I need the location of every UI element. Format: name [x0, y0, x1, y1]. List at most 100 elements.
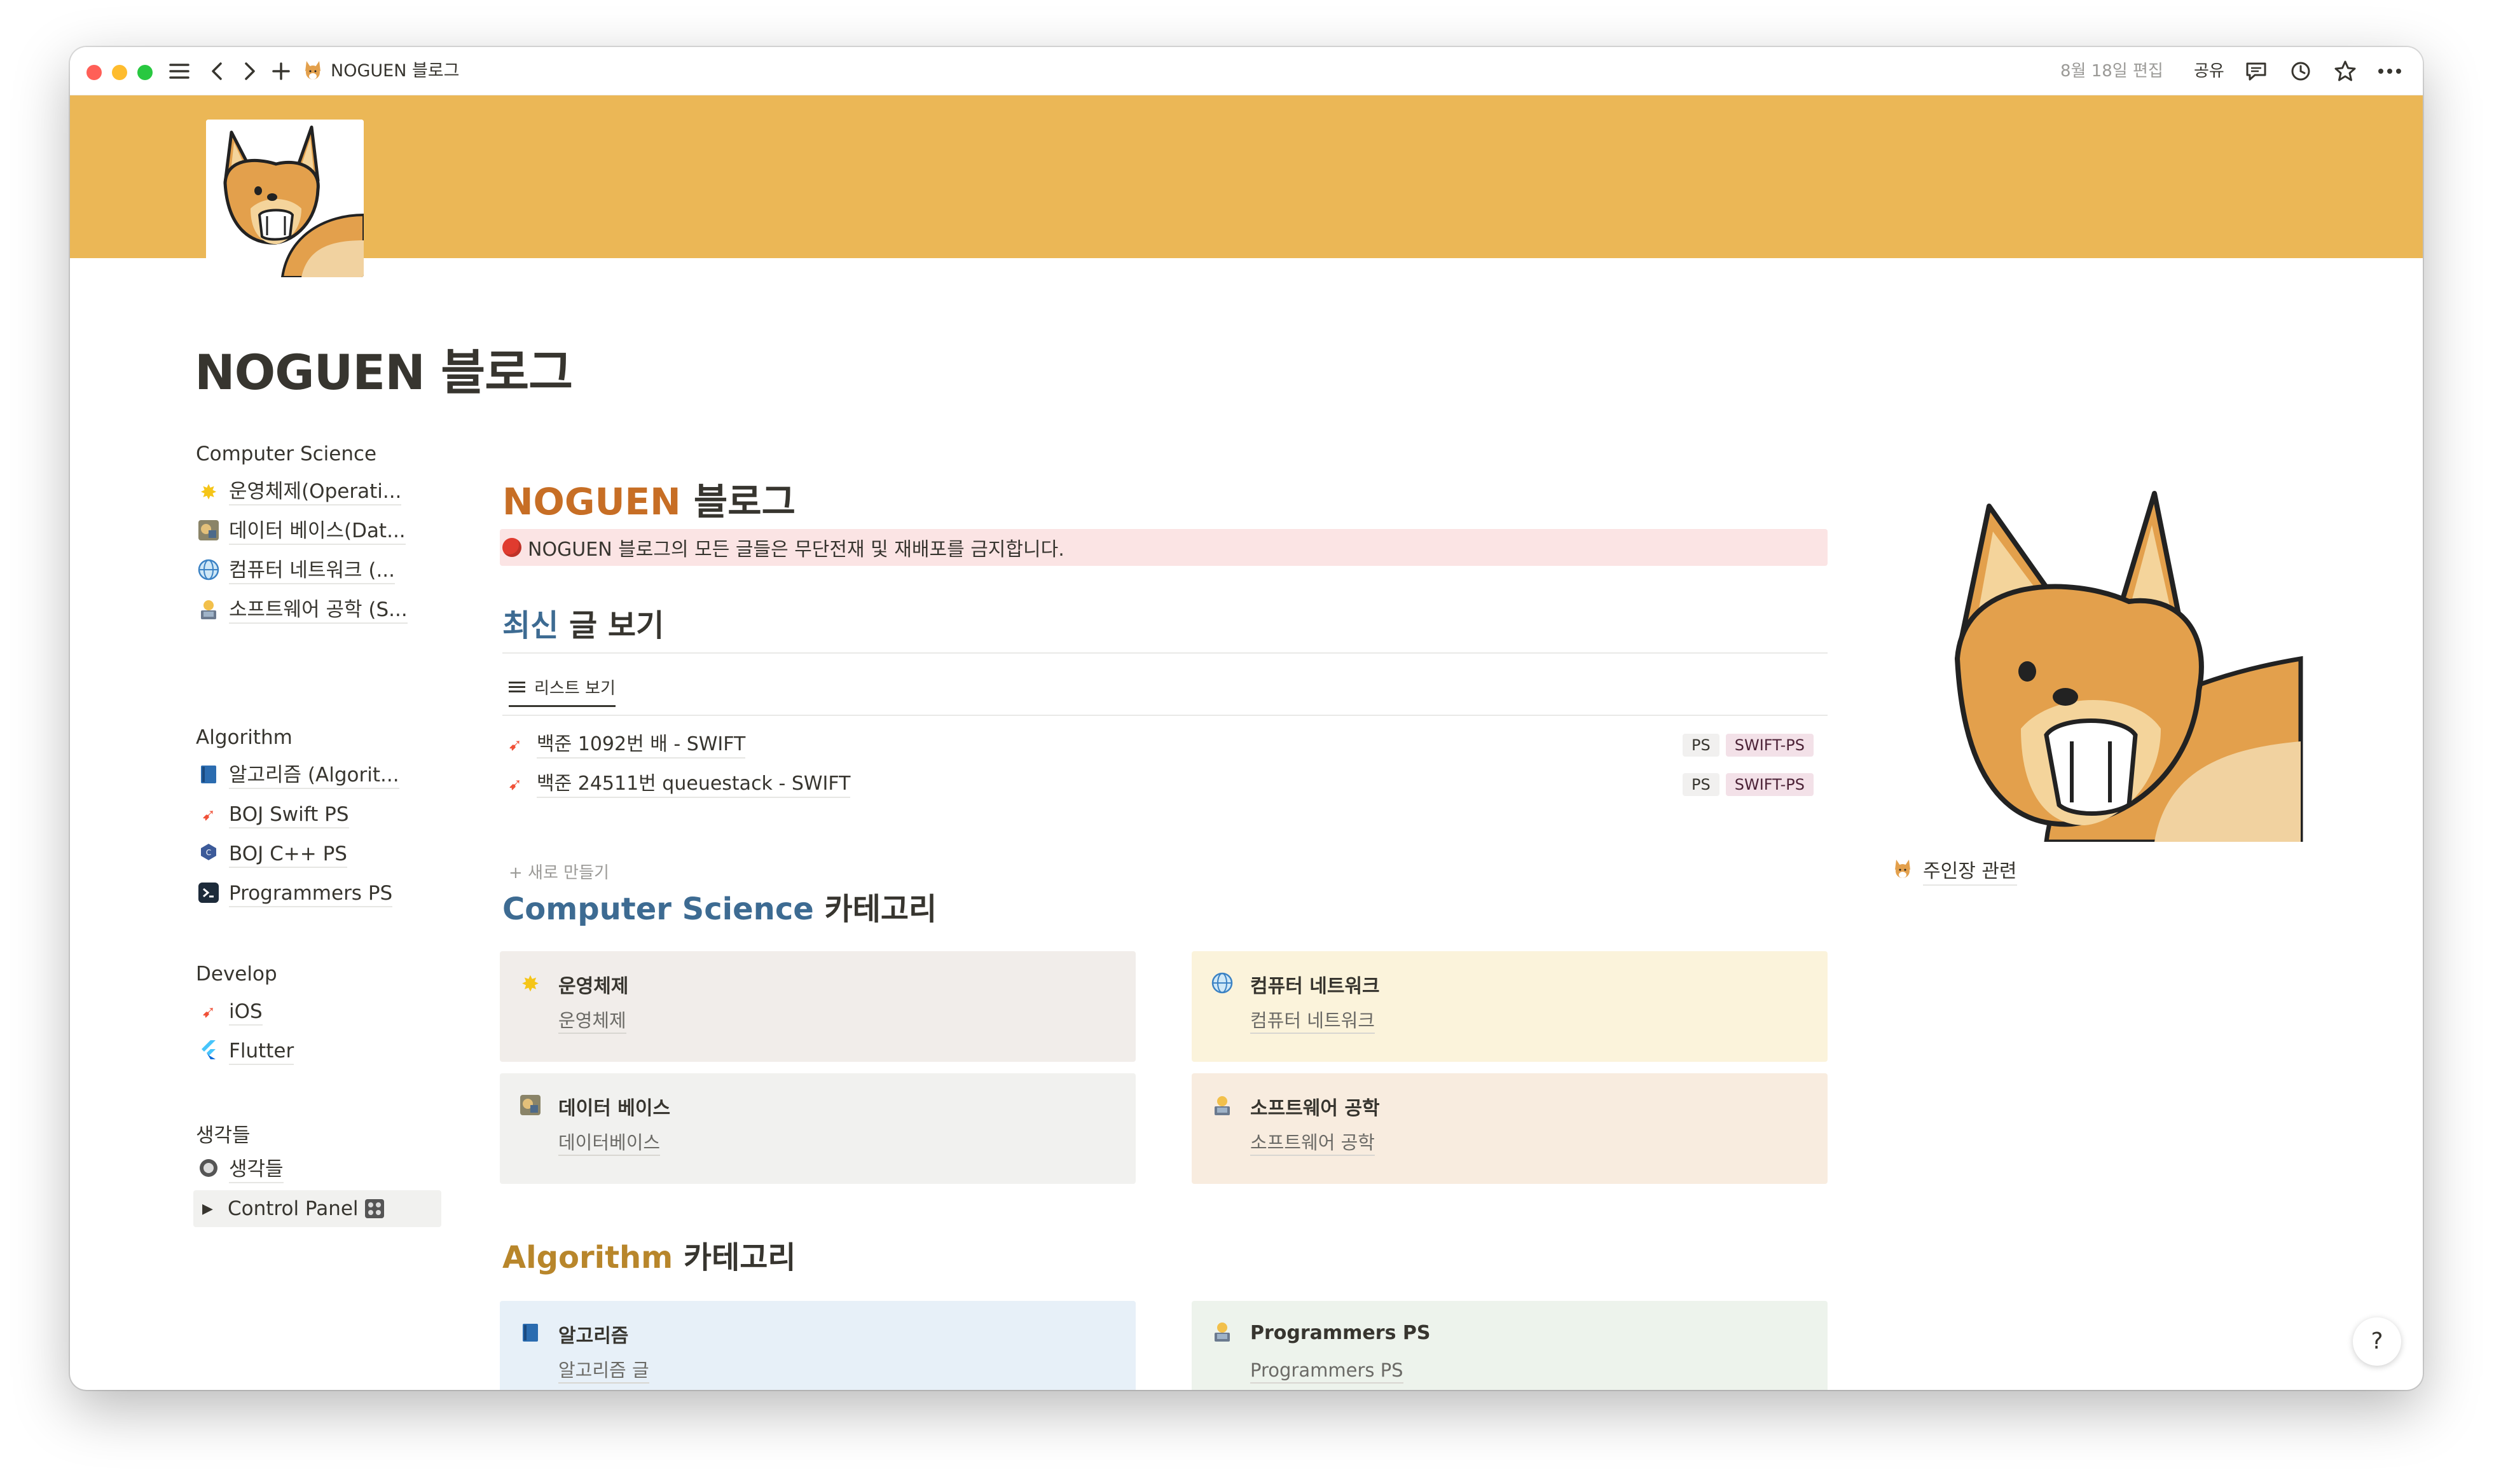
star-icon: ✸ — [200, 480, 217, 504]
card-title: 소프트웨어 공학 — [1250, 1097, 1380, 1120]
nav-item-label: 소프트웨어 공학 (S... — [229, 597, 408, 624]
category-card-database[interactable]: 데이터 베이스 데이터베이스 — [500, 1073, 1136, 1184]
nav-group-title: Computer Science — [196, 443, 377, 465]
notice-callout[interactable]: NOGUEN 블로그의 모든 글들은 무단전재 및 재배포를 금지합니다. — [500, 529, 1828, 566]
technologist-icon — [1209, 1094, 1235, 1119]
tag: SWIFT-PS — [1725, 734, 1814, 757]
nav-group-title: Algorithm — [196, 726, 293, 749]
minimize-window-button[interactable] — [112, 65, 127, 80]
nav-item-label: 데이터 베이스(Dat... — [229, 518, 406, 545]
owner-page-link[interactable]: 주인장 관련 — [1892, 857, 2017, 888]
forward-icon[interactable] — [237, 56, 262, 86]
heading-accent: NOGUEN — [502, 480, 681, 523]
svg-text:C: C — [206, 848, 211, 857]
add-icon[interactable] — [267, 56, 295, 86]
nav-item-boj-cpp[interactable]: C BOJ C++ PS — [196, 839, 347, 870]
nav-item-ios[interactable]: ➹ iOS — [196, 997, 263, 1027]
more-icon[interactable] — [2372, 56, 2408, 86]
algorithm-heading: Algorithm 카테고리 — [502, 1232, 796, 1277]
list-item[interactable]: ➹ 백준 1092번 배 - SWIFT PS SWIFT-PS — [502, 727, 1824, 763]
heading-rest: 카테고리 — [813, 891, 937, 927]
red-circle-icon — [502, 538, 521, 557]
category-card-os[interactable]: ✸ 운영체제 운영체제 — [500, 951, 1136, 1062]
notice-text: NOGUEN 블로그의 모든 글들은 무단전재 및 재배포를 금지합니다. — [528, 539, 1064, 561]
back-icon[interactable] — [205, 56, 230, 86]
corgi-icon — [303, 58, 326, 84]
menu-icon[interactable] — [165, 56, 193, 86]
card-title: 데이터 베이스 — [558, 1097, 671, 1120]
new-item-button[interactable]: + 새로 만들기 — [509, 860, 609, 883]
nav-item-flutter[interactable]: Flutter — [196, 1036, 294, 1067]
clock-icon[interactable] — [2285, 56, 2316, 86]
category-card-software-eng[interactable]: 소프트웨어 공학 소프트웨어 공학 — [1192, 1073, 1828, 1184]
nav-item-label: BOJ C++ PS — [229, 841, 347, 868]
divider — [502, 652, 1828, 654]
cpp-icon: C — [196, 842, 221, 867]
help-button[interactable]: ? — [2353, 1317, 2401, 1366]
card-title: 운영체제 — [558, 975, 629, 998]
technologist-icon — [1209, 1320, 1235, 1345]
nav-item-programmers[interactable]: Programmers PS — [196, 879, 393, 909]
database-icon — [196, 519, 221, 544]
owner-link-label: 주인장 관련 — [1923, 859, 2017, 886]
category-card-network[interactable]: 컴퓨터 네트워크 컴퓨터 네트워크 — [1192, 951, 1828, 1062]
swift-icon: ➹ — [508, 736, 522, 755]
nav-item-software-eng[interactable]: 소프트웨어 공학 (S... — [196, 595, 408, 626]
card-link[interactable]: 소프트웨어 공학 — [1250, 1130, 1375, 1156]
card-link[interactable]: 알고리즘 글 — [558, 1358, 649, 1384]
maximize-window-button[interactable] — [137, 65, 153, 80]
comment-icon[interactable] — [2241, 56, 2271, 86]
card-link[interactable]: 데이터베이스 — [558, 1130, 661, 1156]
list-item-title: 백준 24511번 queuestack - SWIFT — [537, 771, 851, 798]
window-title: NOGUEN 블로그 — [331, 61, 460, 81]
heading-rest: 블로그 — [680, 480, 796, 523]
swift-icon: ➹ — [202, 806, 216, 825]
share-button[interactable]: 공유 — [2194, 56, 2224, 86]
main-heading: NOGUEN 블로그 — [502, 472, 796, 525]
category-card-algorithm[interactable]: 알고리즘 알고리즘 글 — [500, 1301, 1136, 1390]
nav-item-label: 생각들 — [229, 1157, 284, 1183]
page-cover[interactable] — [70, 95, 2423, 258]
heading-rest: 글 보기 — [558, 608, 665, 643]
nav-item-label: BOJ Swift PS — [229, 802, 349, 828]
tag: SWIFT-PS — [1725, 773, 1814, 796]
list-item[interactable]: ➹ 백준 24511번 queuestack - SWIFT PS SWIFT-… — [502, 767, 1824, 802]
globe-icon — [196, 558, 221, 584]
divider — [502, 715, 1828, 716]
control-panel-toggle[interactable]: ▶ Control Panel — [193, 1190, 441, 1227]
nav-item-label: 운영체제(Operati... — [229, 479, 402, 505]
nav-item-algorithm[interactable]: 알고리즘 (Algorit... — [196, 760, 399, 791]
swift-icon: ➹ — [202, 1003, 216, 1022]
nav-group-title: Develop — [196, 963, 277, 986]
tag: PS — [1683, 734, 1719, 757]
star-icon[interactable] — [2330, 56, 2360, 86]
tag: PS — [1683, 773, 1719, 796]
page-title[interactable]: NOGUEN 블로그 — [195, 333, 573, 403]
card-link[interactable]: 운영체제 — [558, 1008, 626, 1034]
nav-item-boj-swift[interactable]: ➹ BOJ Swift PS — [196, 800, 349, 830]
list-view-tab[interactable]: 리스트 보기 — [509, 675, 616, 707]
nav-item-network[interactable]: 컴퓨터 네트워크 (... — [196, 556, 396, 586]
swift-icon: ➹ — [508, 775, 522, 794]
last-edited: 8월 18일 편집 — [2060, 62, 2163, 81]
nav-item-label: Flutter — [229, 1038, 294, 1065]
nav-item-os[interactable]: ✸ 운영체제(Operati... — [196, 477, 402, 507]
tag-group: PS SWIFT-PS — [1683, 734, 1814, 757]
card-link[interactable]: Programmers PS — [1250, 1358, 1403, 1384]
circle-icon — [196, 1157, 221, 1183]
book-icon — [196, 763, 221, 788]
heading-accent: Algorithm — [502, 1240, 673, 1275]
heading-accent: Computer Science — [502, 891, 814, 927]
tag-group: PS SWIFT-PS — [1683, 773, 1814, 796]
latest-heading: 최신 글 보기 — [502, 600, 664, 645]
cs-heading: Computer Science 카테고리 — [502, 884, 937, 928]
nav-item-label: Programmers PS — [229, 881, 393, 907]
card-link[interactable]: 컴퓨터 네트워크 — [1250, 1008, 1375, 1034]
category-card-programmers[interactable]: Programmers PS Programmers PS — [1192, 1301, 1828, 1390]
page-icon-corgi[interactable] — [206, 120, 364, 277]
nav-item-thoughts[interactable]: 생각들 — [196, 1155, 284, 1185]
card-title: 컴퓨터 네트워크 — [1250, 975, 1380, 998]
nav-item-database[interactable]: 데이터 베이스(Dat... — [196, 516, 406, 547]
close-window-button[interactable] — [86, 65, 102, 80]
app-window: NOGUEN 블로그 8월 18일 편집 공유 NOGUEN 블로그 Compu… — [70, 47, 2423, 1390]
